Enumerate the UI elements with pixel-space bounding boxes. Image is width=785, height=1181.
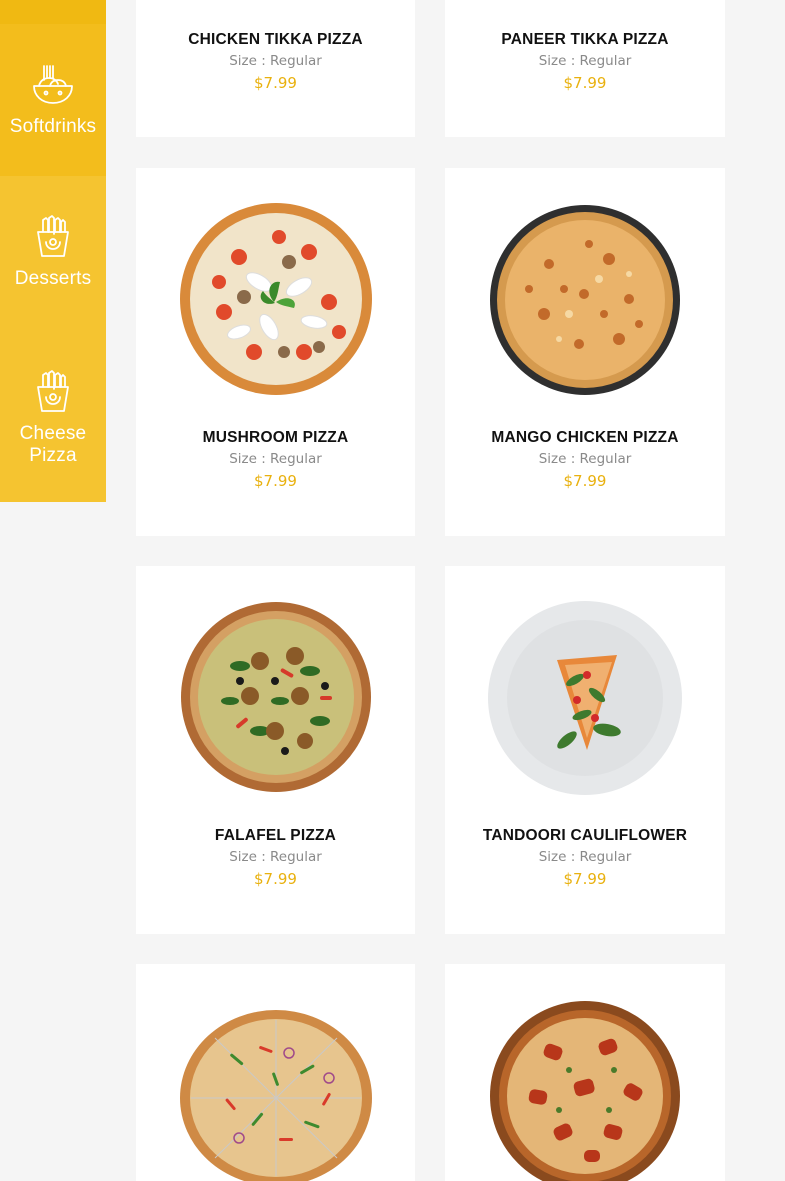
product-card[interactable]: PANEER TIKKA PIZZA Size : Regular $7.99 (445, 0, 725, 137)
mushroom-pizza-image (179, 202, 373, 396)
product-size: Size : Regular (538, 53, 632, 69)
product-size: Size : Regular (229, 53, 322, 69)
product-price: $7.99 (254, 472, 297, 490)
product-size: Size : Regular (538, 451, 632, 467)
product-name: CHICKEN TIKKA PIZZA (188, 31, 363, 48)
sidebar-top-item[interactable] (0, 0, 106, 24)
sidebar-item-label: Cheese Pizza (19, 423, 87, 466)
sidebar-item-label: Softdrinks (9, 116, 97, 137)
product-card[interactable] (445, 964, 725, 1181)
product-name: MUSHROOM PIZZA (202, 429, 349, 446)
product-size: Size : Regular (229, 451, 322, 467)
product-price: $7.99 (563, 472, 607, 490)
product-card[interactable]: MUSHROOM PIZZA Size : Regular $7.99 (136, 168, 415, 536)
mango-chicken-pizza-image (489, 204, 681, 396)
fries-icon (30, 369, 76, 415)
product-price: $7.99 (254, 74, 297, 92)
sidebar-item-softdrinks[interactable]: Softdrinks (0, 24, 106, 176)
product-name: MANGO CHICKEN PIZZA (491, 429, 679, 446)
product-card[interactable]: FALAFEL PIZZA Size : Regular $7.99 (136, 566, 415, 934)
product-name: FALAFEL PIZZA (214, 827, 337, 844)
product-card[interactable]: MANGO CHICKEN PIZZA Size : Regular $7.99 (445, 168, 725, 536)
chicken-pizza-image (489, 1000, 681, 1181)
sidebar-item-cheese-pizza[interactable]: Cheese Pizza (0, 328, 106, 502)
veggie-pizza-image (179, 1008, 373, 1181)
product-price: $7.99 (563, 74, 607, 92)
product-price: $7.99 (563, 870, 607, 888)
bowl-icon (30, 62, 76, 108)
sidebar-item-label: Desserts (14, 268, 92, 289)
product-price: $7.99 (254, 870, 297, 888)
product-name: TANDOORI CAULIFLOWER (482, 827, 688, 844)
product-card[interactable] (136, 964, 415, 1181)
falafel-pizza-image (180, 601, 372, 793)
product-size: Size : Regular (229, 849, 322, 865)
product-size: Size : Regular (538, 849, 632, 865)
product-card[interactable]: TANDOORI CAULIFLOWER Size : Regular $7.9… (445, 566, 725, 934)
tandoori-cauliflower-image (487, 600, 683, 796)
category-sidebar: Softdrinks Desserts Cheese Pizza (0, 0, 106, 502)
fries-icon (30, 214, 76, 260)
product-name: PANEER TIKKA PIZZA (501, 31, 669, 48)
sidebar-item-desserts[interactable]: Desserts (0, 176, 106, 328)
product-card[interactable]: CHICKEN TIKKA PIZZA Size : Regular $7.99 (136, 0, 415, 137)
